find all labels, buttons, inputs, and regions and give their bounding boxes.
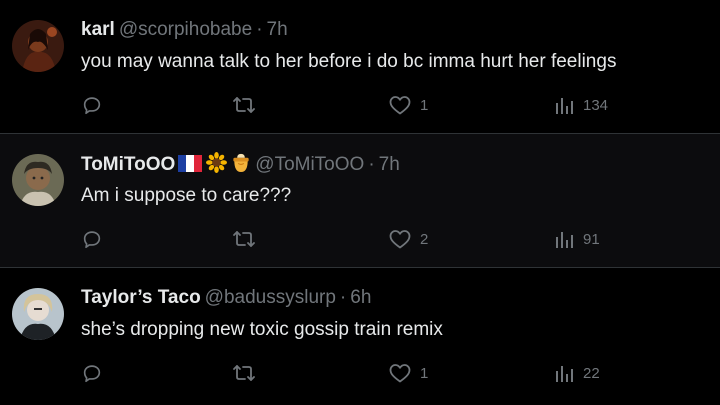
retweet-button[interactable] bbox=[232, 226, 264, 252]
retweet-button[interactable] bbox=[232, 92, 264, 118]
views-button[interactable]: 91 bbox=[553, 226, 600, 252]
reply-icon bbox=[81, 362, 103, 384]
retweet-button[interactable] bbox=[232, 360, 264, 386]
reply-button[interactable] bbox=[81, 226, 111, 252]
action-bar: 2 91 bbox=[0, 226, 720, 252]
separator-dot: · bbox=[256, 19, 263, 40]
timestamp[interactable]: 7h bbox=[379, 154, 400, 175]
avatar[interactable] bbox=[12, 20, 64, 72]
views-bar-chart-icon bbox=[553, 228, 575, 250]
tweet[interactable]: karl @scorpihobabe · 7h you may wanna talk … bbox=[0, 0, 720, 134]
views-bar-chart-icon bbox=[553, 362, 575, 384]
separator-dot: · bbox=[339, 287, 347, 308]
tweet-header: ToMiToOO @ToMiToOO · 7h bbox=[81, 152, 400, 180]
avatar[interactable] bbox=[12, 154, 64, 206]
separator-dot: · bbox=[368, 154, 375, 175]
sunflower-icon bbox=[206, 152, 228, 180]
display-name[interactable]: ToMiToOO bbox=[81, 154, 175, 175]
view-count: 91 bbox=[583, 230, 600, 248]
retweet-icon bbox=[232, 94, 256, 116]
tweet-text: she’s dropping new toxic gossip train re… bbox=[81, 319, 443, 340]
heart-icon bbox=[388, 94, 412, 116]
action-bar: 1 134 bbox=[0, 92, 720, 118]
reply-button[interactable] bbox=[81, 360, 111, 386]
views-button[interactable]: 22 bbox=[553, 360, 600, 386]
like-button[interactable]: 1 bbox=[388, 92, 428, 118]
like-count: 2 bbox=[420, 230, 429, 248]
view-count: 134 bbox=[583, 96, 609, 114]
reply-button[interactable] bbox=[81, 92, 111, 118]
heart-icon bbox=[388, 362, 412, 384]
timestamp[interactable]: 7h bbox=[267, 19, 288, 40]
view-count: 22 bbox=[583, 364, 600, 382]
like-button[interactable]: 2 bbox=[388, 226, 428, 252]
tweet[interactable]: Taylor’s Taco @badussyslurp · 6h she’s drop… bbox=[0, 268, 720, 405]
honey-pot-icon bbox=[231, 152, 251, 180]
user-handle[interactable]: @ToMiToOO bbox=[255, 154, 364, 175]
like-count: 1 bbox=[420, 96, 429, 114]
reply-feed: karl @scorpihobabe · 7h you may wanna talk … bbox=[0, 0, 720, 405]
like-count: 1 bbox=[420, 364, 429, 382]
tweet[interactable]: ToMiToOO @ToMiToOO · 7h Am i suppose to car… bbox=[0, 134, 720, 268]
avatar[interactable] bbox=[12, 288, 64, 340]
reply-icon bbox=[81, 228, 103, 250]
display-name[interactable]: karl bbox=[81, 19, 115, 40]
tweet-header: Taylor’s Taco @badussyslurp · 6h bbox=[81, 286, 371, 310]
retweet-icon bbox=[232, 362, 256, 384]
tweet-header: karl @scorpihobabe · 7h bbox=[81, 18, 288, 42]
heart-icon bbox=[388, 228, 412, 250]
timestamp[interactable]: 6h bbox=[350, 287, 371, 308]
views-button[interactable]: 134 bbox=[553, 92, 608, 118]
views-bar-chart-icon bbox=[553, 94, 575, 116]
reply-icon bbox=[81, 94, 103, 116]
action-bar: 1 22 bbox=[0, 360, 720, 386]
tweet-text: you may wanna talk to her before i do bc… bbox=[81, 51, 617, 72]
tweet-text: Am i suppose to care??? bbox=[81, 185, 292, 206]
display-name[interactable]: Taylor’s Taco bbox=[81, 287, 201, 308]
user-handle[interactable]: @scorpihobabe bbox=[119, 19, 252, 40]
france-flag-icon bbox=[178, 155, 203, 179]
like-button[interactable]: 1 bbox=[388, 360, 428, 386]
retweet-icon bbox=[232, 228, 256, 250]
user-handle[interactable]: @badussyslurp bbox=[205, 287, 336, 308]
